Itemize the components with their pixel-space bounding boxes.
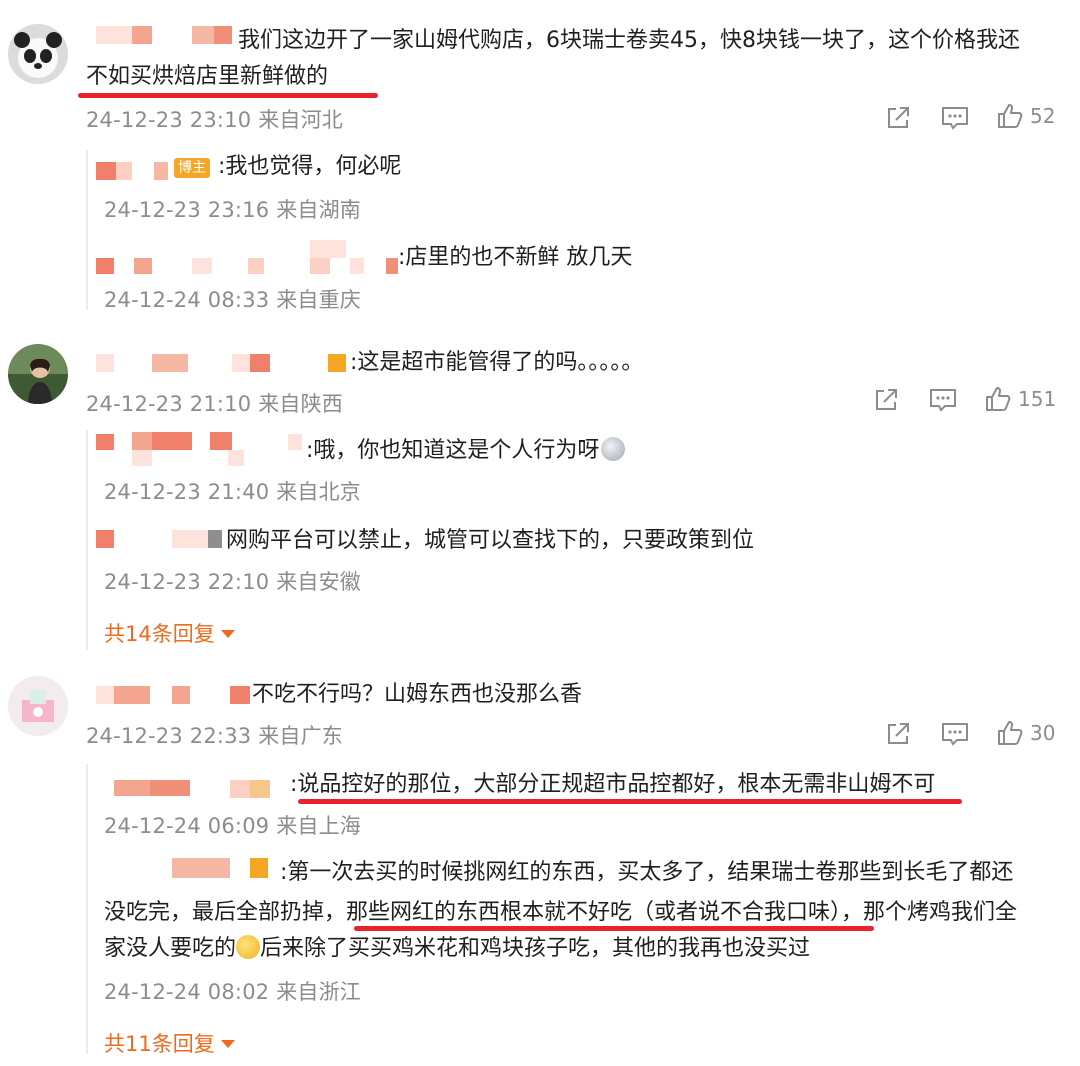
reply-author-blurred[interactable] xyxy=(96,858,276,882)
reply-meta: 24-12-24 08:02 来自浙江 xyxy=(104,980,361,1004)
highlight-underline xyxy=(78,93,378,98)
reply-text: :店里的也不新鲜 放几天 xyxy=(398,245,633,270)
reply-text-content: :哦，你也知道这是个人行为呀 xyxy=(306,438,600,463)
comment-button[interactable] xyxy=(928,386,958,414)
like-button[interactable]: 30 xyxy=(996,719,1055,747)
reply-text-line1: :第一次去买的时候挑网红的东西，买太多了，结果瑞士卷那些到长毛了都还 xyxy=(280,860,1014,885)
cartoon-avatar-image xyxy=(8,676,68,736)
like-count: 30 xyxy=(1030,721,1056,745)
comment-text-line1: 我们这边开了一家山姆代购店，6块瑞士卷卖45，快8块钱一块了，这个价格我还 xyxy=(238,28,1020,53)
avatar[interactable] xyxy=(8,676,68,736)
like-count: 52 xyxy=(1030,104,1056,128)
author-name-blurred[interactable] xyxy=(96,26,232,46)
reply-author-blurred[interactable] xyxy=(96,432,306,468)
user-photo-avatar xyxy=(8,344,68,404)
more-replies-label: 共14条回复 xyxy=(104,622,215,646)
comment-text-line2: 不如买烘焙店里新鲜做的 xyxy=(86,64,329,89)
like-count: 151 xyxy=(1018,387,1057,411)
blogger-badge: 博主 xyxy=(174,158,210,178)
reply-thread-line xyxy=(86,430,88,650)
reply-meta: 24-12-24 08:33 来自重庆 xyxy=(104,288,361,312)
share-icon xyxy=(888,107,909,128)
chevron-down-icon xyxy=(220,630,235,638)
thumbs-up-icon xyxy=(998,721,1023,745)
comment-meta: 24-12-23 23:10 来自河北 xyxy=(86,108,343,132)
highlight-underline xyxy=(354,926,874,931)
reply-text: :我也觉得，何必呢 xyxy=(218,154,402,179)
reply-text-line3b: 后来除了买买鸡米花和鸡块孩子吃，其他的我再也没买过 xyxy=(260,936,811,961)
comment-meta: 24-12-23 21:10 来自陕西 xyxy=(86,392,343,416)
comment-text: 不吃不行吗？山姆东西也没那么香 xyxy=(252,682,583,707)
reply-thread-line xyxy=(86,150,88,310)
like-button[interactable]: 151 xyxy=(984,385,1056,413)
panda-avatar-image xyxy=(8,24,68,84)
share-button[interactable] xyxy=(884,720,912,748)
reply-thread-line xyxy=(86,764,88,1054)
author-name-blurred[interactable] xyxy=(96,354,350,374)
comment-icon xyxy=(942,107,968,130)
reply-text: :哦，你也知道这是个人行为呀 xyxy=(306,436,626,466)
avatar[interactable] xyxy=(8,24,68,84)
highlight-underline xyxy=(298,799,962,804)
thumbs-up-icon xyxy=(998,104,1023,128)
comment-icon xyxy=(930,389,956,412)
reply-author-blurred[interactable] xyxy=(96,530,226,550)
more-replies-link[interactable]: 共11条回复 xyxy=(104,1028,235,1058)
chevron-down-icon xyxy=(220,1040,235,1048)
thumbs-up-icon xyxy=(986,387,1011,411)
reply-text: 网购平台可以禁止，城管可以查找下的，只要政策到位 xyxy=(226,528,755,553)
comment-icon xyxy=(942,723,968,746)
reply-author-blurred[interactable] xyxy=(96,162,176,182)
comment-text: :这是超市能管得了的吗。。。。。 xyxy=(350,350,644,375)
crying-laughing-emoji-icon xyxy=(236,935,261,959)
share-icon xyxy=(888,723,909,744)
reply-meta: 24-12-23 21:40 来自北京 xyxy=(104,480,361,504)
avatar[interactable] xyxy=(8,344,68,404)
share-button[interactable] xyxy=(884,104,912,132)
reply-text-line3: 家没人要吃的 后来除了买买鸡米花和鸡块孩子吃，其他的我再也没买过 xyxy=(104,934,810,964)
author-name-blurred[interactable] xyxy=(96,686,252,706)
more-replies-label: 共11条回复 xyxy=(104,1032,215,1056)
reply-author-blurred[interactable] xyxy=(96,776,296,806)
laughing-emoji-icon xyxy=(601,437,626,461)
comment-button[interactable] xyxy=(940,720,970,748)
comment-meta: 24-12-23 22:33 来自广东 xyxy=(86,724,343,748)
reply-meta: 24-12-23 22:10 来自安徽 xyxy=(104,570,361,594)
reply-meta: 24-12-24 06:09 来自上海 xyxy=(104,814,361,838)
more-replies-link[interactable]: 共14条回复 xyxy=(104,618,235,648)
share-icon xyxy=(876,389,897,410)
reply-meta: 24-12-23 23:16 来自湖南 xyxy=(104,198,361,222)
reply-text: :说品控好的那位，大部分正规超市品控都好，根本无需非山姆不可 xyxy=(290,772,936,797)
reply-text-line3a: 家没人要吃的 xyxy=(104,936,237,961)
reply-text-line2: 没吃完，最后全部扔掉，那些网红的东西根本就不好吃（或者说不合我口味），那个烤鸡我… xyxy=(104,900,1018,925)
like-button[interactable]: 52 xyxy=(996,102,1055,130)
share-button[interactable] xyxy=(872,386,900,414)
comment-button[interactable] xyxy=(940,104,970,132)
reply-author-blurred[interactable] xyxy=(96,240,400,276)
